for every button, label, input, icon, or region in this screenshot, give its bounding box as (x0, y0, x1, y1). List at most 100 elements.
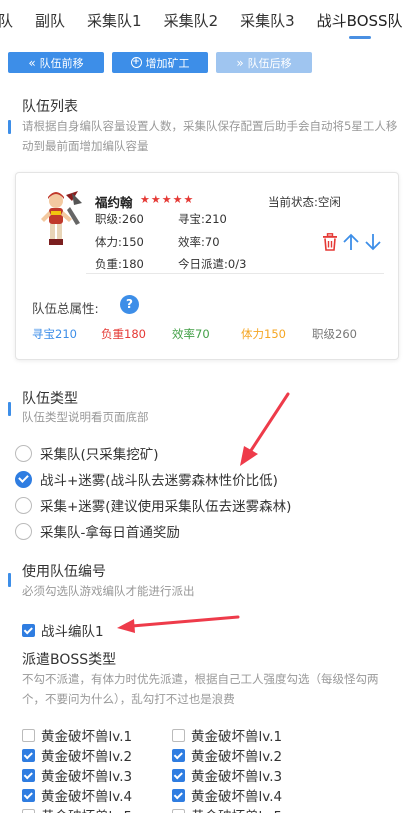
section-accent-bar (8, 573, 11, 587)
team-total-title: 队伍总属性: (32, 301, 99, 316)
tab-vice-team[interactable]: 副队 (24, 0, 76, 42)
boss-right-lv4[interactable]: 黄金破坏兽lv.4 (172, 785, 282, 805)
add-miner-button[interactable]: + 增加矿工 (112, 52, 208, 73)
member-efficiency: 效率:70 (178, 235, 220, 249)
boss-left-lv4[interactable]: 黄金破坏兽lv.4 (22, 785, 132, 805)
checkbox-checked[interactable] (22, 768, 35, 782)
move-team-forward-button[interactable]: « 队伍前移 (8, 52, 104, 73)
checkbox-checked[interactable] (22, 748, 35, 762)
arrow-down-icon[interactable] (364, 233, 382, 255)
option-label: 战斗+迷雾(战斗队去迷雾森林性价比低) (40, 473, 278, 489)
member-level: 职级:260 (95, 212, 144, 226)
checkbox-checked[interactable] (22, 788, 35, 802)
section-accent-bar (8, 120, 11, 134)
boss-left-lv5[interactable]: 黄金破坏兽lv.5 (22, 805, 132, 813)
checkbox-label: 黄金破坏兽lv.4 (191, 789, 283, 805)
active-tab-indicator (348, 36, 371, 39)
tab-gather-team-2[interactable]: 采集队2 (153, 0, 230, 42)
checkbox[interactable] (172, 728, 185, 742)
tab-boss-team[interactable]: 战斗BOSS队 (306, 0, 414, 42)
checkbox-label: 黄金破坏兽lv.1 (191, 729, 283, 745)
checkbox-checked[interactable] (172, 768, 185, 782)
total-load: 负重180 (101, 327, 146, 341)
total-treasure: 寻宝210 (32, 327, 77, 341)
boss-left-lv3[interactable]: 黄金破坏兽lv.3 (22, 765, 132, 785)
member-load: 负重:180 (95, 257, 144, 271)
checkbox-label: 黄金破坏兽lv.1 (41, 729, 133, 745)
checkbox-label: 战斗编队1 (41, 624, 104, 640)
team-type-title: 队伍类型 (22, 391, 78, 407)
arrow-up-icon[interactable] (342, 233, 360, 255)
annotation-arrow-team-type (240, 392, 290, 466)
team-toolbar: « 队伍前移 + 增加矿工 » 队伍后移 (8, 52, 312, 73)
team-type-option-battle-fog[interactable]: 战斗+迷雾(战斗队去迷雾森林性价比低) (15, 469, 278, 489)
card-divider (86, 273, 384, 274)
total-efficiency: 效率70 (172, 327, 210, 341)
member-treasure: 寻宝:210 (178, 212, 227, 226)
checkbox-checked[interactable] (172, 788, 185, 802)
tab-gather-team-3[interactable]: 采集队3 (229, 0, 306, 42)
move-team-forward-label: 队伍前移 (39, 56, 84, 70)
double-chevron-right-icon: » (236, 55, 244, 70)
boss-type-description: 不勾不派遣，有体力时优先派遣，根据自己工人强度勾选（每级怪勾两个，不要问为什么）… (22, 672, 379, 706)
radio-button[interactable] (15, 496, 32, 514)
add-miner-label: 增加矿工 (145, 56, 190, 70)
boss-type-title: 派遣BOSS类型 (22, 652, 117, 668)
team-member-card: 福约翰 ★★★★★ 当前状态:空闲 职级:260 寻宝:210 体力:150 效… (15, 172, 399, 360)
team-type-option-gather[interactable]: 采集队(只采集挖矿) (15, 443, 159, 463)
boss-left-lv1[interactable]: 黄金破坏兽lv.1 (22, 725, 132, 745)
checkbox-label: 黄金破坏兽lv.2 (191, 749, 283, 765)
member-dispatch-today: 今日派遣:0/3 (178, 257, 247, 271)
member-name: 福约翰 (95, 195, 133, 210)
radio-button[interactable] (15, 522, 32, 540)
team-type-option-gather-fog[interactable]: 采集+迷雾(建议使用采集队伍去迷雾森林) (15, 495, 291, 515)
member-avatar (34, 189, 84, 249)
radio-button[interactable] (15, 444, 32, 462)
move-team-back-label: 队伍后移 (247, 56, 292, 70)
checkbox-label: 黄金破坏兽lv.5 (191, 805, 282, 813)
team-number-description: 必须勾选队游戏编队才能进行派出 (22, 584, 195, 598)
tab-main-team[interactable]: 队 (0, 0, 24, 42)
team-tab-bar: 队 副队 采集队1 采集队2 采集队3 战斗BOSS队 (0, 0, 415, 42)
boss-right-lv5[interactable]: 黄金破坏兽lv.5 (172, 805, 282, 813)
option-label: 采集+迷雾(建议使用采集队伍去迷雾森林) (40, 499, 292, 515)
option-label: 采集队-拿每日首通奖励 (40, 525, 180, 541)
checkbox-label: 黄金破坏兽lv.3 (41, 769, 133, 785)
team-type-option-daily-first-clear[interactable]: 采集队-拿每日首通奖励 (15, 521, 180, 541)
checkbox[interactable] (22, 728, 35, 742)
team-number-title: 使用队伍编号 (22, 564, 106, 580)
boss-right-lv3[interactable]: 黄金破坏兽lv.3 (172, 765, 282, 785)
team-number-option[interactable]: 战斗编队1 (22, 620, 104, 640)
member-star-rating: ★★★★★ (140, 193, 195, 206)
boss-right-lv1[interactable]: 黄金破坏兽lv.1 (172, 725, 282, 745)
move-team-back-button[interactable]: » 队伍后移 (216, 52, 312, 73)
annotation-arrow-team-number (117, 615, 240, 633)
plus-circle-icon: + (130, 57, 142, 68)
radio-button-checked[interactable] (15, 470, 32, 488)
option-label: 采集队(只采集挖矿) (40, 447, 159, 463)
checkbox-label: 黄金破坏兽lv.3 (191, 769, 283, 785)
team-list-description: 请根据自身编队容量设置人数，采集队保存配置后助手会自动将5星工人移动到最前面增加… (22, 119, 398, 153)
team-type-description: 队伍类型说明看页面底部 (22, 410, 149, 424)
checkbox[interactable] (22, 808, 35, 813)
section-accent-bar (8, 402, 11, 416)
boss-right-lv2[interactable]: 黄金破坏兽lv.2 (172, 745, 282, 765)
tab-gather-team-1[interactable]: 采集队1 (76, 0, 153, 42)
trash-icon[interactable] (322, 233, 338, 255)
checkbox-checked[interactable] (22, 623, 35, 637)
member-status: 当前状态:空闲 (268, 195, 341, 209)
team-list-title: 队伍列表 (22, 99, 78, 115)
member-actions (322, 233, 382, 255)
checkbox-checked[interactable] (172, 748, 185, 762)
checkbox[interactable] (172, 808, 185, 813)
double-chevron-left-icon: « (28, 55, 36, 70)
checkbox-label: 黄金破坏兽lv.2 (41, 749, 133, 765)
checkbox-label: 黄金破坏兽lv.5 (41, 805, 132, 813)
tab-boss-team-label: 战斗BOSS队 (316, 12, 403, 30)
member-stamina: 体力:150 (95, 235, 144, 249)
checkbox-label: 黄金破坏兽lv.4 (41, 789, 133, 805)
help-icon[interactable]: ? (120, 295, 139, 314)
boss-left-lv2[interactable]: 黄金破坏兽lv.2 (22, 745, 132, 765)
total-stamina: 体力150 (241, 327, 286, 341)
total-level: 职级260 (312, 327, 357, 341)
